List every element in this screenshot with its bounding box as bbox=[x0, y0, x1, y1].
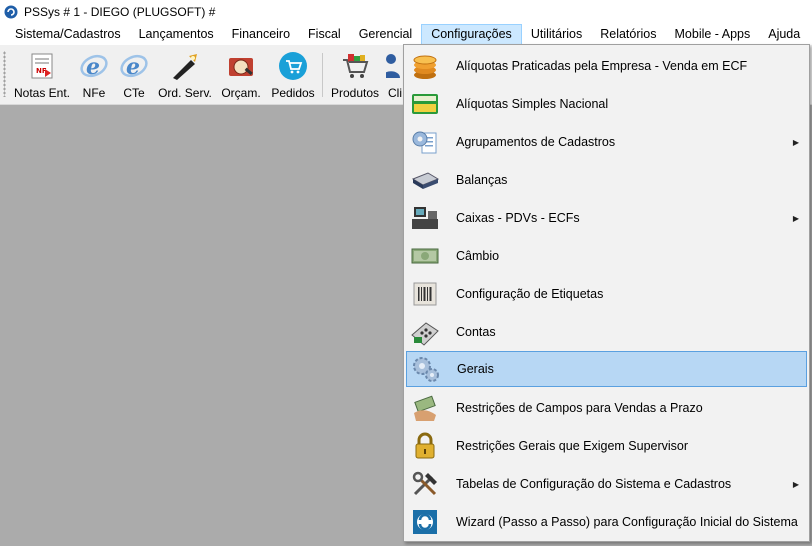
dropdown-item-aliquotas-simples[interactable]: Alíquotas Simples Nacional bbox=[406, 86, 807, 122]
svg-text:e: e bbox=[126, 54, 140, 80]
dropdown-item-agrupamentos[interactable]: Agrupamentos de Cadastros ▶ bbox=[406, 124, 807, 160]
nfe-label: NFe bbox=[82, 86, 106, 100]
menu-bar: Sistema/Cadastros Lançamentos Financeiro… bbox=[0, 24, 812, 45]
dropdown-item-label: Caixas - PDVs - ECFs bbox=[456, 211, 580, 225]
dropdown-item-etiquetas[interactable]: Configuração de Etiquetas bbox=[406, 276, 807, 312]
invoice-entry-icon: NF bbox=[25, 49, 59, 83]
toolbar-separator bbox=[322, 53, 323, 97]
submenu-arrow-icon: ▶ bbox=[792, 213, 799, 223]
menu-financeiro[interactable]: Financeiro bbox=[223, 24, 299, 45]
dropdown-item-label: Tabelas de Configuração do Sistema e Cad… bbox=[456, 477, 732, 491]
nfe-button[interactable]: e NFe bbox=[76, 49, 112, 103]
app-logo-icon bbox=[4, 5, 18, 19]
toolbar-grip[interactable] bbox=[3, 51, 6, 97]
dropdown-item-label: Configuração de Etiquetas bbox=[456, 287, 604, 301]
svg-text:e: e bbox=[86, 54, 100, 80]
barcode-label-icon bbox=[410, 279, 440, 309]
money-bills-icon bbox=[410, 241, 440, 271]
dropdown-item-wizard[interactable]: Wizard (Passo a Passo) para Configuração… bbox=[406, 504, 807, 540]
menu-mobile-apps[interactable]: Mobile - Apps bbox=[666, 24, 760, 45]
coins-icon bbox=[410, 51, 440, 81]
menu-utilitarios[interactable]: Utilitários bbox=[522, 24, 591, 45]
padlock-icon bbox=[410, 431, 440, 461]
orders-cart-icon bbox=[276, 49, 310, 83]
menu-ajuda[interactable]: Ajuda bbox=[759, 24, 809, 45]
orcam-label: Orçam. bbox=[221, 86, 261, 100]
menu-gerencial[interactable]: Gerencial bbox=[350, 24, 422, 45]
menu-relatorios[interactable]: Relatórios bbox=[591, 24, 665, 45]
cte-button[interactable]: e CTe bbox=[116, 49, 152, 103]
nfe-e-icon: e bbox=[77, 49, 111, 83]
ord-serv-button[interactable]: Ord. Serv. bbox=[156, 49, 214, 103]
wizard-logo-icon bbox=[410, 507, 440, 537]
submenu-arrow-icon: ▶ bbox=[792, 137, 799, 147]
notas-ent-button[interactable]: NF Notas Ent. bbox=[12, 49, 72, 103]
ord-serv-label: Ord. Serv. bbox=[158, 86, 212, 100]
clientes-button[interactable]: Cli bbox=[386, 49, 404, 103]
dropdown-item-cambio[interactable]: Câmbio bbox=[406, 238, 807, 274]
dropdown-item-label: Alíquotas Simples Nacional bbox=[456, 97, 609, 111]
hand-money-icon bbox=[410, 393, 440, 423]
window-title: PSSys # 1 - DIEGO (PLUGSOFT) # bbox=[24, 5, 216, 19]
dropdown-item-label: Alíquotas Praticadas pela Empresa - Vend… bbox=[456, 59, 748, 73]
produtos-button[interactable]: Produtos bbox=[328, 49, 382, 103]
dropdown-item-label: Gerais bbox=[457, 362, 494, 376]
menu-configuracoes[interactable]: Configurações bbox=[421, 24, 522, 45]
dropdown-item-gerais[interactable]: Gerais bbox=[406, 351, 807, 387]
service-order-icon bbox=[168, 49, 202, 83]
submenu-arrow-icon: ▶ bbox=[792, 479, 799, 489]
menu-sistema-cadastros[interactable]: Sistema/Cadastros bbox=[6, 24, 130, 45]
calculator-icon bbox=[410, 317, 440, 347]
products-cart-icon bbox=[338, 49, 372, 83]
gear-document-icon bbox=[410, 127, 440, 157]
title-bar: PSSys # 1 - DIEGO (PLUGSOFT) # bbox=[0, 0, 812, 24]
orcam-button[interactable]: Orçam. bbox=[218, 49, 264, 103]
gears-icon bbox=[411, 354, 441, 384]
configuracoes-dropdown: Alíquotas Praticadas pela Empresa - Vend… bbox=[403, 44, 810, 542]
dropdown-item-tabelas-configuracao[interactable]: Tabelas de Configuração do Sistema e Cad… bbox=[406, 466, 807, 502]
dropdown-item-label: Contas bbox=[456, 325, 496, 339]
dropdown-item-restricoes-prazo[interactable]: Restrições de Campos para Vendas a Prazo bbox=[406, 390, 807, 426]
dropdown-item-label: Câmbio bbox=[456, 249, 500, 263]
produtos-label: Produtos bbox=[330, 86, 380, 100]
menu-fiscal[interactable]: Fiscal bbox=[299, 24, 350, 45]
clientes-label: Cli bbox=[388, 86, 402, 100]
dropdown-item-label: Agrupamentos de Cadastros bbox=[456, 135, 616, 149]
dropdown-item-aliquotas-ecf[interactable]: Alíquotas Praticadas pela Empresa - Vend… bbox=[406, 48, 807, 84]
pedidos-button[interactable]: Pedidos bbox=[268, 49, 318, 103]
dropdown-item-balancas[interactable]: Balanças bbox=[406, 162, 807, 198]
dropdown-item-label: Wizard (Passo a Passo) para Configuração… bbox=[456, 515, 798, 529]
scale-icon bbox=[410, 165, 440, 195]
pedidos-label: Pedidos bbox=[271, 86, 315, 100]
dropdown-item-label: Balanças bbox=[456, 173, 508, 187]
dropdown-item-caixas-pdvs[interactable]: Caixas - PDVs - ECFs ▶ bbox=[406, 200, 807, 236]
simples-card-icon bbox=[410, 89, 440, 119]
cte-label: CTe bbox=[123, 86, 145, 100]
hammer-wrench-icon bbox=[410, 469, 440, 499]
dropdown-item-contas[interactable]: Contas bbox=[406, 314, 807, 350]
notas-ent-label: Notas Ent. bbox=[13, 86, 71, 100]
clients-icon bbox=[386, 49, 404, 83]
dropdown-item-label: Restrições de Campos para Vendas a Prazo bbox=[456, 401, 703, 415]
menu-lancamentos[interactable]: Lançamentos bbox=[130, 24, 223, 45]
budget-icon bbox=[224, 49, 258, 83]
dropdown-item-label: Restrições Gerais que Exigem Supervisor bbox=[456, 439, 689, 453]
cte-e-icon: e bbox=[117, 49, 151, 83]
dropdown-item-restricoes-supervisor[interactable]: Restrições Gerais que Exigem Supervisor bbox=[406, 428, 807, 464]
pos-terminal-icon bbox=[410, 203, 440, 233]
